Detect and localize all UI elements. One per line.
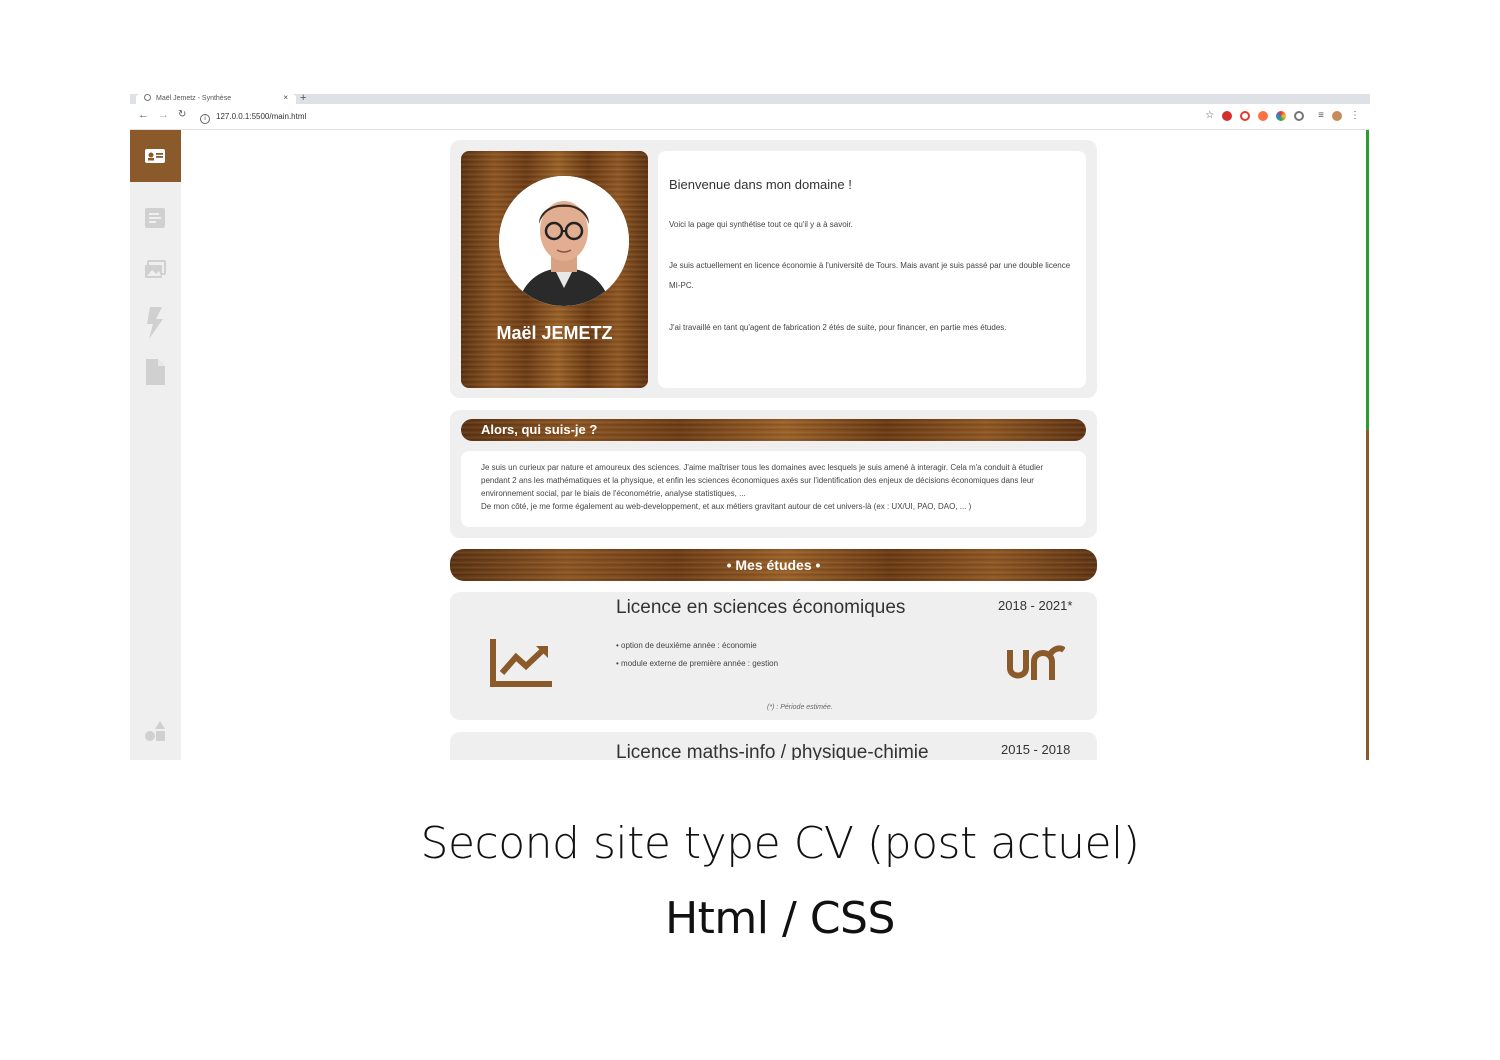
about-panel: Je suis un curieux par nature et amoureu… (461, 451, 1086, 527)
close-tab-icon[interactable]: × (283, 94, 288, 102)
browser-screenshot: Maël Jemetz - Synthèse × + ← → ↻ i 127.0.… (130, 94, 1370, 760)
study-details: • option de deuxième année : économie • … (616, 637, 778, 673)
caption-title: Second site type CV (post actuel) (420, 818, 1140, 869)
id-card-icon (145, 149, 165, 163)
scroll-progress-bar (1366, 130, 1369, 430)
study-card: Licence en sciences économiques 2018 - 2… (450, 592, 1097, 720)
study-detail: • option de deuxième année : économie (616, 641, 757, 650)
star-icon[interactable]: ☆ (1205, 111, 1214, 121)
about-text-1: Je suis un curieux par nature et amoureu… (481, 463, 1044, 498)
profile-card: Maël JEMETZ (461, 151, 648, 388)
avatar (499, 176, 629, 306)
info-icon[interactable]: i (200, 114, 210, 124)
chart-line-icon (490, 639, 552, 687)
study-card: Licence maths-info / physique-chimie 201… (450, 732, 1097, 760)
avatar-icon[interactable] (1332, 111, 1342, 121)
portrait-image (499, 176, 629, 306)
menu-icon[interactable]: ⋮ (1350, 111, 1360, 121)
study-note: (*) : Période estimée. (767, 704, 833, 711)
document-icon[interactable] (144, 358, 166, 386)
caption-subtitle: Html / CSS (665, 893, 895, 944)
scroll-track (1366, 430, 1369, 760)
welcome-text-3: J'ai travaillé en tant qu'agent de fabri… (669, 323, 1007, 332)
browser-tab[interactable]: Maël Jemetz - Synthèse × (136, 94, 296, 104)
back-icon[interactable]: ← (138, 109, 149, 121)
welcome-panel: Bienvenue dans mon domaine ! Voici la pa… (658, 151, 1086, 388)
browser-toolbar: ← → ↻ i 127.0.0.1:5500/main.html ☆ ≡ ⋮ (130, 104, 1370, 130)
favicon-icon (144, 94, 151, 101)
list-icon[interactable] (144, 207, 166, 229)
about-card: Alors, qui suis-je ? Je suis un curieux … (450, 410, 1097, 538)
sidebar-item-profile[interactable] (130, 130, 181, 182)
intro-card: Maël JEMETZ Bienvenue dans mon domaine !… (450, 140, 1097, 398)
shapes-icon[interactable] (144, 720, 166, 742)
color-icon[interactable] (1276, 111, 1287, 121)
study-title: Licence en sciences économiques (616, 597, 906, 618)
opera-icon[interactable] (1240, 111, 1251, 121)
welcome-text-2: Je suis actuellement en licence économie… (669, 261, 1071, 290)
circle-icon[interactable] (1294, 111, 1305, 121)
university-logo (1007, 645, 1065, 680)
study-date: 2018 - 2021* (998, 598, 1073, 613)
playlist-icon[interactable]: ≡ (1318, 111, 1324, 121)
about-text: Je suis un curieux par nature et amoureu… (481, 461, 1066, 513)
tab-bar: Maël Jemetz - Synthèse × + (130, 94, 1370, 104)
extension-icons: ☆ ≡ ⋮ (1205, 111, 1360, 121)
address-bar[interactable]: i 127.0.0.1:5500/main.html (200, 109, 1200, 125)
red-icon[interactable] (1222, 111, 1233, 121)
study-detail: • module externe de première année : ges… (616, 659, 779, 668)
profile-name: Maël JEMETZ (496, 323, 613, 343)
about-title: Alors, qui suis-je ? (461, 419, 1086, 441)
welcome-title: Bienvenue dans mon domaine ! (669, 177, 852, 192)
new-tab-icon[interactable]: + (300, 94, 306, 104)
url-text: 127.0.0.1:5500/main.html (216, 112, 307, 121)
gallery-icon[interactable] (144, 258, 166, 280)
orange-icon[interactable] (1258, 111, 1269, 121)
studies-banner: • Mes études • (450, 549, 1097, 581)
welcome-text-1: Voici la page qui synthétise tout ce qu'… (669, 220, 853, 229)
reload-icon[interactable]: ↻ (178, 109, 186, 120)
about-text-2: De mon côté, je me forme également au we… (481, 502, 972, 511)
sidebar (130, 130, 181, 760)
study-date: 2015 - 2018 (1001, 742, 1071, 757)
forward-icon[interactable]: → (158, 109, 169, 121)
lightning-icon[interactable] (144, 306, 166, 340)
tab-title: Maël Jemetz - Synthèse (156, 95, 232, 102)
study-title: Licence maths-info / physique-chimie (616, 742, 929, 760)
